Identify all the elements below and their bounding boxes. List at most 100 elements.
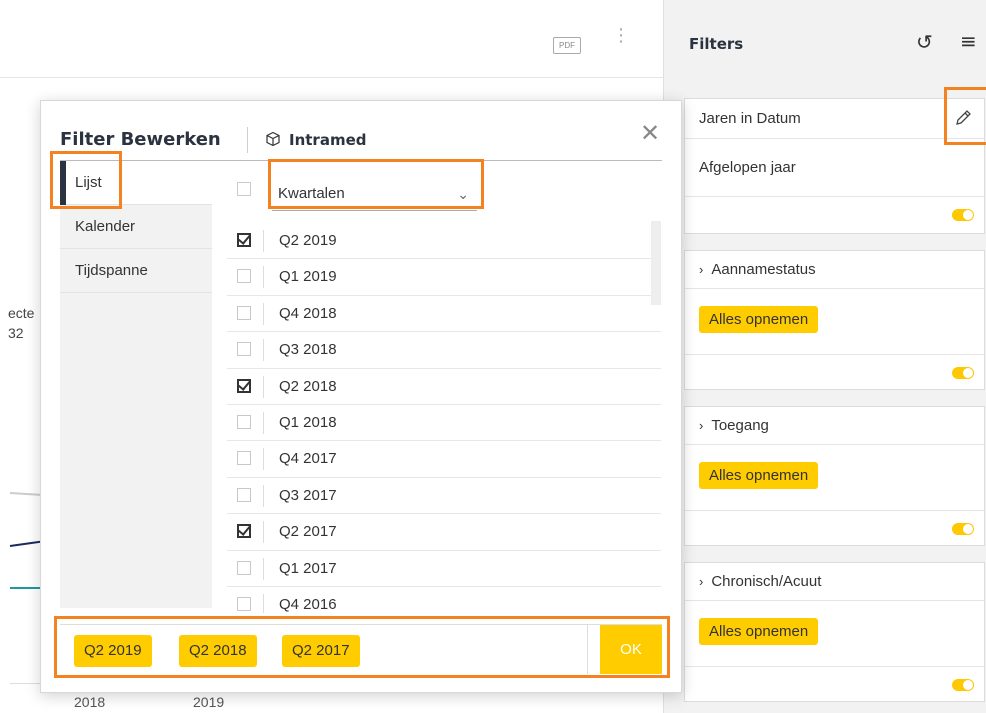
filter-card-body: Afgelopen jaar xyxy=(685,139,984,197)
include-all-chip[interactable]: Alles opnemen xyxy=(699,618,819,645)
x-tick-label: 2018 xyxy=(74,694,106,710)
list-item[interactable]: Q2 2019 xyxy=(227,223,661,260)
checkbox-unchecked[interactable] xyxy=(237,560,251,575)
checkbox-checked[interactable] xyxy=(237,378,251,393)
checkbox-unchecked[interactable] xyxy=(237,269,251,284)
include-all-chip[interactable]: Alles opnemen xyxy=(699,306,819,333)
filter-card-body: Alles opnemen xyxy=(685,289,984,355)
filter-edit-dialog: Filter Bewerken Intramed ✕ Lijst Kalende… xyxy=(40,100,682,693)
filter-card-header[interactable]: › Toegang xyxy=(685,407,984,445)
list-item[interactable]: Q4 2018 xyxy=(227,296,661,333)
checkbox-unchecked[interactable] xyxy=(237,487,251,502)
filter-card-header[interactable]: › Chronisch/Acuut xyxy=(685,563,984,601)
chevron-right-icon: › xyxy=(699,574,704,589)
list-item[interactable]: Q4 2016 xyxy=(227,587,661,613)
list-item-label: Q1 2017 xyxy=(279,559,337,577)
close-icon[interactable]: ✕ xyxy=(640,121,660,145)
filter-card-footer xyxy=(685,197,984,233)
dialog-title: Filter Bewerken xyxy=(60,129,221,150)
list-item-label: Q2 2017 xyxy=(279,523,337,541)
select-all-checkbox[interactable] xyxy=(237,182,251,196)
chevron-right-icon: › xyxy=(699,418,704,433)
filter-toggle[interactable] xyxy=(952,367,974,379)
list-item-label: Q1 2018 xyxy=(279,413,337,431)
chart-label-line1: ecte xyxy=(8,305,35,321)
row-divider xyxy=(263,593,264,613)
filter-card-aannamestatus: › Aannamestatus Alles opnemen xyxy=(684,250,985,390)
filter-toggle[interactable] xyxy=(952,679,974,691)
member-list: Q2 2019 Q1 2019 Q4 2018 Q3 2018 Q2 2018 Q1 20… xyxy=(227,223,661,613)
checkbox-unchecked[interactable] xyxy=(237,451,251,466)
chevron-right-icon: › xyxy=(699,262,704,277)
kebab-icon[interactable]: ⋮ xyxy=(612,27,630,56)
filter-card-header[interactable]: › Aannamestatus xyxy=(685,251,984,289)
tab-tijdspanne[interactable]: Tijdspanne xyxy=(60,249,212,293)
filter-card-body: Alles opnemen xyxy=(685,601,984,667)
filter-card-footer xyxy=(685,355,984,391)
filter-toggle[interactable] xyxy=(952,209,974,221)
checkbox-unchecked[interactable] xyxy=(237,342,251,357)
chart-label-line2: 32 xyxy=(8,325,24,341)
list-item-label: Q4 2017 xyxy=(279,450,337,468)
list-item-label: Q3 2017 xyxy=(279,486,337,504)
granularity-dropdown[interactable]: Kwartalen ⌄ xyxy=(272,173,477,211)
pdf-export-button[interactable]: PDF xyxy=(553,37,581,54)
filter-card-toegang: › Toegang Alles opnemen xyxy=(684,406,985,546)
dropdown-value: Kwartalen xyxy=(278,185,345,202)
list-item[interactable]: Q1 2017 xyxy=(227,551,661,587)
selected-chip[interactable]: Q2 2017 xyxy=(282,635,360,667)
row-divider xyxy=(263,339,264,362)
selected-chip[interactable]: Q2 2018 xyxy=(179,635,257,667)
row-divider xyxy=(263,266,264,289)
filters-header: Filters ↺ ≡ xyxy=(664,0,986,80)
list-item-label: Q4 2016 xyxy=(279,595,337,613)
tab-lijst[interactable]: Lijst xyxy=(60,161,212,205)
list-item-label: Q2 2019 xyxy=(279,232,337,249)
row-divider xyxy=(263,448,264,471)
checkbox-unchecked[interactable] xyxy=(237,414,251,429)
x-tick-label: 2019 xyxy=(193,694,225,710)
filter-card-label: Toegang xyxy=(711,417,769,434)
row-divider xyxy=(263,302,264,325)
list-item[interactable]: Q1 2019 xyxy=(227,259,661,296)
filter-card-jaren: Jaren in Datum Afgelopen jaar xyxy=(684,98,985,234)
list-item[interactable]: Q3 2017 xyxy=(227,478,661,515)
list-item[interactable]: Q4 2017 xyxy=(227,441,661,478)
list-item-label: Q2 2018 xyxy=(279,377,337,395)
filters-panel: Filters ↺ ≡ Jaren in Datum Afgelopen jaa… xyxy=(663,0,986,713)
menu-icon[interactable]: ≡ xyxy=(960,29,977,53)
ok-button[interactable]: OK xyxy=(600,625,662,674)
checkbox-checked[interactable] xyxy=(237,233,251,247)
filters-title: Filters xyxy=(689,35,744,53)
checkbox-checked[interactable] xyxy=(237,524,251,539)
filter-card-footer xyxy=(685,667,984,703)
list-item[interactable]: Q3 2018 xyxy=(227,332,661,369)
filter-card-label: Chronisch/Acuut xyxy=(711,573,822,590)
cube-icon xyxy=(266,131,280,147)
dashboard-toolbar: PDF ⋮ xyxy=(0,0,663,78)
chart-label-fragment: ecte 32 xyxy=(8,303,34,343)
selected-chip[interactable]: Q2 2019 xyxy=(74,635,152,667)
list-item[interactable]: Q1 2018 xyxy=(227,405,661,442)
list-header: Kwartalen ⌄ xyxy=(227,161,661,223)
checkbox-unchecked[interactable] xyxy=(237,596,251,611)
reset-icon[interactable]: ↺ xyxy=(916,30,933,54)
filter-toggle[interactable] xyxy=(952,523,974,535)
title-separator xyxy=(247,127,248,153)
row-divider xyxy=(263,230,264,252)
row-divider xyxy=(263,557,264,580)
tab-kalender[interactable]: Kalender xyxy=(60,205,212,249)
checkbox-unchecked[interactable] xyxy=(237,305,251,320)
filter-card-body: Alles opnemen xyxy=(685,445,984,511)
filter-card-label: Aannamestatus xyxy=(711,261,816,278)
pencil-icon[interactable] xyxy=(952,107,974,129)
filter-card-header[interactable]: Jaren in Datum xyxy=(685,99,984,139)
list-item[interactable]: Q2 2018 xyxy=(227,369,661,405)
include-all-chip[interactable]: Alles opnemen xyxy=(699,462,819,489)
filter-card-footer xyxy=(685,511,984,547)
list-scrollbar[interactable] xyxy=(651,221,661,305)
filter-card-label: Jaren in Datum xyxy=(699,110,801,127)
datasource-name: Intramed xyxy=(289,131,367,149)
list-item-label: Q3 2018 xyxy=(279,341,337,359)
list-item[interactable]: Q2 2017 xyxy=(227,514,661,551)
